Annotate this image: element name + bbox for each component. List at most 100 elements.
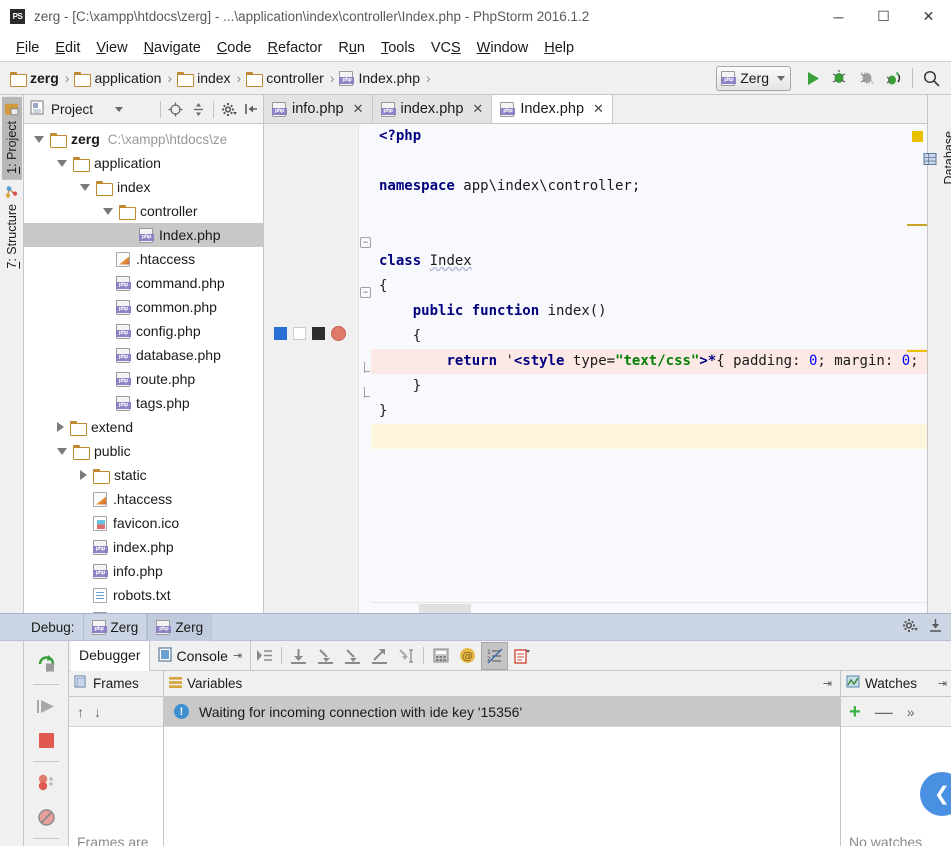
- tree-item-static[interactable]: static: [24, 463, 263, 487]
- code-text-area[interactable]: <?php namespace app\index\controller; clas…: [371, 124, 927, 613]
- editor-tab-index-php[interactable]: Index.php ✕: [492, 95, 613, 123]
- tree-item-database-php[interactable]: database.php: [24, 343, 263, 367]
- tree-item--htaccess[interactable]: .htaccess: [24, 247, 263, 271]
- breadcrumb-item-application[interactable]: application: [72, 68, 164, 88]
- tree-item-extend[interactable]: extend: [24, 415, 263, 439]
- code-line[interactable]: }: [371, 399, 927, 424]
- menu-file[interactable]: File: [8, 37, 47, 59]
- chevron-down-icon[interactable]: [34, 135, 44, 143]
- color-swatch-dark[interactable]: [312, 327, 325, 340]
- breadcrumb-item-index-php[interactable]: Index.php: [337, 68, 423, 88]
- code-line[interactable]: {: [371, 274, 927, 299]
- menu-vcs[interactable]: VCS: [423, 37, 469, 59]
- project-tree[interactable]: zerg C:\xampp\htdocs\ze application index co…: [24, 124, 263, 613]
- tree-item-route-php[interactable]: route.php: [24, 367, 263, 391]
- code-line[interactable]: {: [371, 324, 927, 349]
- chevron-down-icon[interactable]: [103, 207, 113, 215]
- run-to-cursor-icon[interactable]: [393, 642, 420, 670]
- fold-marker-method[interactable]: −: [360, 287, 371, 298]
- chevron-right-icon[interactable]: [57, 422, 64, 432]
- menu-refactor[interactable]: Refactor: [260, 37, 331, 59]
- run-configuration-selector[interactable]: Zerg: [716, 65, 791, 91]
- code-folding-column[interactable]: − −: [359, 124, 371, 613]
- chevron-down-icon[interactable]: [57, 159, 67, 167]
- menu-run[interactable]: Run: [330, 37, 373, 59]
- tree-item-config-php[interactable]: config.php: [24, 319, 263, 343]
- code-line[interactable]: class Index: [371, 249, 927, 274]
- more-options-icon[interactable]: »: [907, 704, 915, 720]
- resume-program-icon[interactable]: [29, 690, 63, 722]
- editor-tab-index-php[interactable]: index.php ✕: [372, 95, 493, 123]
- variables-pane-body[interactable]: [164, 727, 840, 846]
- color-swatch-blue[interactable]: [274, 327, 287, 340]
- listen-debug-connections-button[interactable]: [880, 65, 907, 92]
- step-out-icon[interactable]: [366, 642, 393, 670]
- caret-line[interactable]: [371, 424, 927, 449]
- tree-item-router-php[interactable]: router.php: [24, 607, 263, 613]
- code-line[interactable]: }: [371, 374, 927, 399]
- sidebar-item-project[interactable]: 1: Project: [1, 97, 22, 180]
- settings-gear-icon[interactable]: [217, 97, 240, 122]
- code-line[interactable]: return '<style type="text/css">*{ paddin…: [371, 349, 927, 374]
- editor-tab-info-php[interactable]: info.php ✕: [264, 95, 373, 123]
- add-watch-button[interactable]: +: [849, 702, 861, 722]
- menu-navigate[interactable]: Navigate: [136, 37, 209, 59]
- close-icon[interactable]: ✕: [593, 101, 604, 117]
- tree-item-controller[interactable]: controller: [24, 199, 263, 223]
- menu-view[interactable]: View: [88, 37, 135, 59]
- chevron-down-icon[interactable]: [57, 447, 67, 455]
- tree-item--htaccess[interactable]: .htaccess: [24, 487, 263, 511]
- chevron-right-icon[interactable]: [80, 470, 87, 480]
- tree-item-favicon-ico[interactable]: favicon.ico: [24, 511, 263, 535]
- rerun-icon[interactable]: [29, 647, 63, 679]
- tree-item-zerg[interactable]: zerg C:\xampp\htdocs\ze: [24, 127, 263, 151]
- chevron-down-icon[interactable]: [115, 106, 124, 112]
- view-breakpoints-icon[interactable]: [29, 767, 63, 799]
- sidebar-item-database[interactable]: Database: [920, 125, 951, 191]
- show-execution-point-icon[interactable]: [251, 642, 278, 670]
- stop-icon[interactable]: [29, 724, 63, 756]
- breadcrumb-item-index[interactable]: index: [175, 68, 233, 88]
- variables-status-row[interactable]: ! Waiting for incoming connection with i…: [164, 697, 840, 727]
- settings-gear-icon[interactable]: [902, 618, 918, 636]
- menu-help[interactable]: Help: [536, 37, 582, 59]
- minimize-button[interactable]: ─: [816, 0, 861, 34]
- evaluate-expression-icon[interactable]: [427, 642, 454, 670]
- run-button[interactable]: [799, 65, 826, 92]
- mute-breakpoints-icon[interactable]: [29, 801, 63, 833]
- breadcrumb-item-controller[interactable]: controller: [244, 68, 327, 88]
- menu-code[interactable]: Code: [209, 37, 260, 59]
- remove-watch-button[interactable]: —: [875, 703, 893, 721]
- tab-console[interactable]: Console ⇥: [150, 640, 252, 671]
- breadcrumb-item-zerg[interactable]: zerg: [8, 68, 62, 88]
- tree-item-common-php[interactable]: common.php: [24, 295, 263, 319]
- tree-item-public[interactable]: public: [24, 439, 263, 463]
- pin-icon[interactable]: ⇥: [938, 677, 951, 690]
- scrollbar-thumb[interactable]: [419, 604, 471, 613]
- search-everywhere-icon[interactable]: [918, 65, 945, 92]
- debug-session-tab-2[interactable]: Zerg: [147, 613, 213, 641]
- code-editor[interactable]: − − <?php namespace app\index\controller;…: [264, 124, 927, 613]
- fold-marker-class[interactable]: −: [360, 237, 371, 248]
- collapse-all-icon[interactable]: [187, 97, 210, 122]
- hide-icon[interactable]: [240, 97, 263, 122]
- run-with-coverage-button[interactable]: [853, 65, 880, 92]
- step-over-icon[interactable]: [285, 642, 312, 670]
- close-icon[interactable]: ✕: [353, 101, 364, 117]
- tree-item-index-php[interactable]: Index.php: [24, 223, 263, 247]
- editor-horizontal-scrollbar[interactable]: [371, 602, 927, 613]
- pin-icon[interactable]: ⇥: [823, 677, 840, 690]
- code-line[interactable]: public function index(): [371, 299, 927, 324]
- frames-pane-body[interactable]: Frames are: [69, 727, 163, 846]
- menu-edit[interactable]: Edit: [47, 37, 88, 59]
- tree-item-application[interactable]: application: [24, 151, 263, 175]
- tree-item-robots-txt[interactable]: robots.txt: [24, 583, 263, 607]
- step-into-icon[interactable]: [312, 642, 339, 670]
- move-down-icon[interactable]: ↓: [94, 704, 101, 720]
- debug-session-tab-1[interactable]: Zerg: [82, 613, 148, 641]
- tree-item-index[interactable]: index: [24, 175, 263, 199]
- hide-icon[interactable]: [928, 618, 943, 636]
- move-up-icon[interactable]: ↑: [77, 704, 84, 720]
- chevron-down-icon[interactable]: [80, 183, 90, 191]
- pin-icon[interactable]: ⇥: [233, 649, 242, 662]
